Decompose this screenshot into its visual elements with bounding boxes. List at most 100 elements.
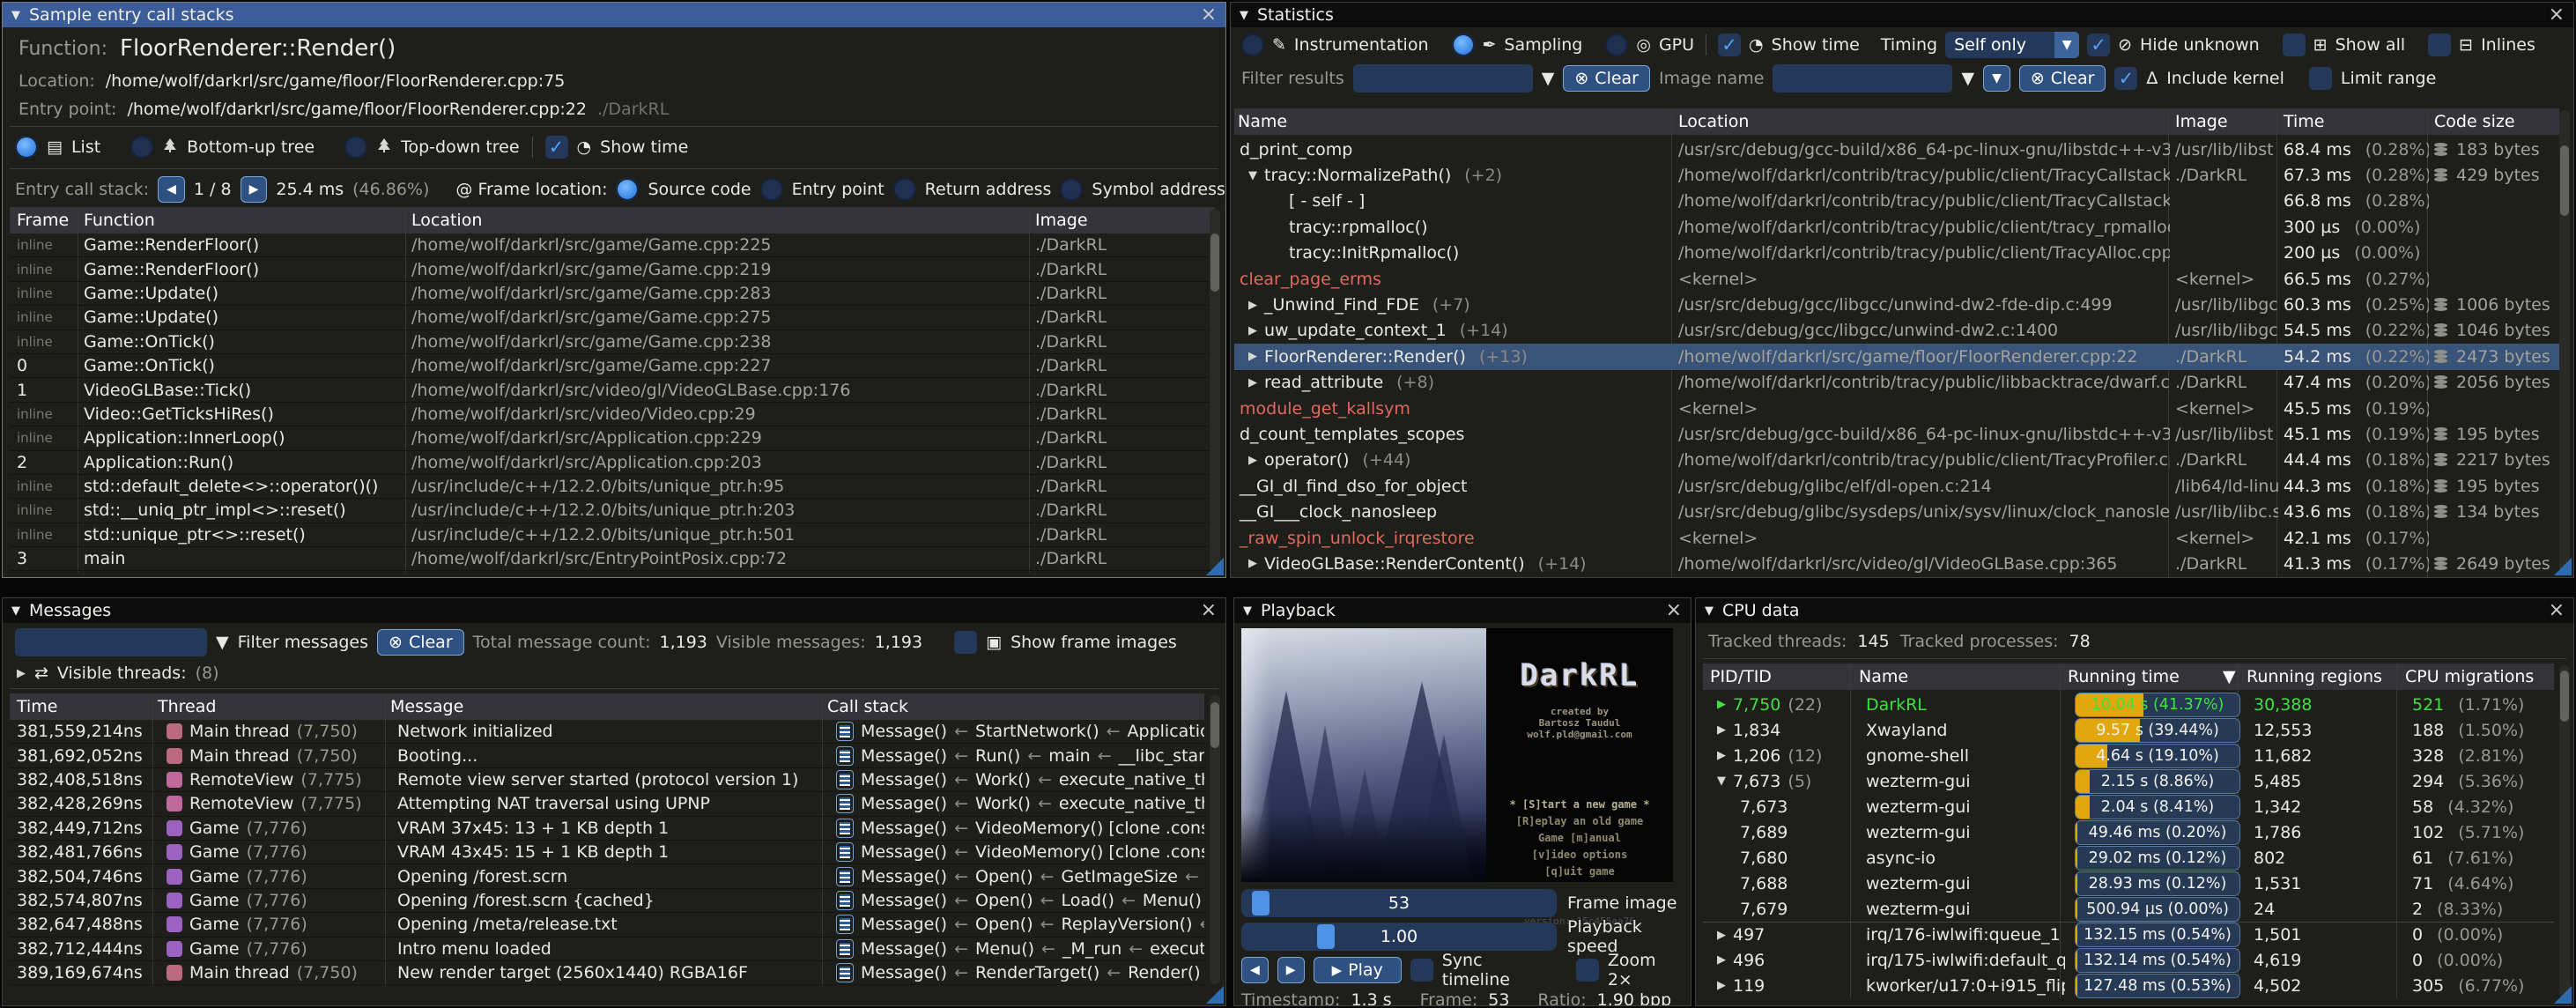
callstack-icon[interactable] — [836, 722, 854, 741]
collapse-arrow-icon[interactable]: ▼ — [1243, 604, 1252, 618]
column-header-message[interactable]: Message — [390, 693, 463, 720]
column-header-migrations[interactable]: CPU migrations — [2405, 663, 2534, 690]
sort-desc-icon[interactable]: ▼ — [2223, 663, 2236, 690]
timing-select[interactable]: Self only ▼ — [1945, 32, 2079, 58]
panel-titlebar[interactable]: ▼ Messages × — [3, 598, 1225, 623]
top-down-tree-label[interactable]: Top-down tree — [401, 137, 519, 157]
playback-speed-slider[interactable]: 1.00 — [1241, 923, 1557, 951]
include-kernel-checkbox[interactable]: ✓ — [2114, 67, 2137, 90]
table-row[interactable]: 382,712,444nsGame(7,776)Intro menu loade… — [10, 938, 1204, 961]
show-time-label[interactable]: Show time — [1772, 35, 1860, 55]
table-row[interactable]: 0Game::OnTick()/home/wolf/darkrl/src/gam… — [10, 354, 1215, 378]
table-row[interactable]: 382,408,518nsRemoteView(7,775)Remote vie… — [10, 768, 1204, 792]
table-row[interactable]: 382,428,269nsRemoteView(7,775)Attempting… — [10, 792, 1204, 816]
panel-titlebar[interactable]: ▼ Statistics × — [1231, 3, 2573, 27]
image-dropdown-button[interactable]: ▼ — [1983, 65, 2010, 92]
show-frame-images-label[interactable]: Show frame images — [1010, 633, 1177, 652]
collapse-arrow-icon[interactable]: ▼ — [1240, 9, 1248, 22]
table-row[interactable]: ▶497irq/176-iwlwifi:queue_1132.15 ms (0.… — [1703, 922, 2554, 947]
show-frame-images-checkbox[interactable]: ✓ — [954, 631, 977, 654]
callstack-icon[interactable] — [836, 891, 854, 910]
table-row[interactable]: inlineGame::RenderFloor()/home/wolf/dark… — [10, 257, 1215, 281]
table-row[interactable]: ▶operator()(+44)/home/wolf/darkrl/contri… — [1234, 448, 2559, 473]
close-icon[interactable]: × — [1201, 602, 1217, 619]
chevron-down-icon[interactable]: ▼ — [2054, 32, 2079, 58]
resize-grip[interactable] — [1206, 558, 1224, 575]
show-time-checkbox[interactable]: ✓ — [1718, 33, 1741, 56]
close-icon[interactable]: × — [1666, 602, 1682, 619]
callstack-icon[interactable] — [836, 746, 854, 766]
callstack-icon[interactable] — [836, 915, 854, 934]
next-stack-button[interactable]: ▶ — [241, 176, 268, 203]
close-icon[interactable]: × — [2549, 602, 2565, 619]
table-row[interactable]: ▶FloorRenderer::Render()(+13)/home/wolf/… — [1234, 344, 2559, 369]
sync-timeline-label[interactable]: Sync timeline — [1442, 951, 1555, 989]
entry-point-option-label[interactable]: Entry point — [792, 180, 885, 199]
table-row[interactable]: 7,688wezterm-gui28.93 ms (0.12%)1,53171(… — [1703, 871, 2554, 896]
table-row[interactable]: 381,559,214nsMain thread(7,750)Network i… — [10, 720, 1204, 744]
panel-titlebar[interactable]: ▼ Sample entry call stacks × — [3, 3, 1225, 27]
vertical-scrollbar[interactable] — [1210, 695, 1220, 984]
table-row[interactable]: d_count_templates_scopes/usr/src/debug/g… — [1234, 421, 2559, 447]
column-header-name[interactable]: Name — [1238, 108, 1287, 135]
entry-point-radio[interactable] — [760, 178, 783, 201]
include-kernel-label[interactable]: Include kernel — [2166, 69, 2284, 88]
resize-grip[interactable] — [1206, 986, 1224, 1004]
column-header-regions[interactable]: Running regions — [2247, 663, 2382, 690]
callstack-icon[interactable] — [836, 842, 854, 862]
table-row[interactable]: inlinestd::__uniq_ptr_impl<>::reset()/us… — [10, 499, 1215, 523]
column-header-callstack[interactable]: Call stack — [827, 693, 908, 720]
table-row[interactable]: ▶VideoGLBase::RenderContent()(+14)/home/… — [1234, 551, 2559, 576]
funnel-icon[interactable]: ▼ — [1542, 69, 1555, 88]
scrollbar-thumb[interactable] — [2560, 671, 2569, 722]
funnel-icon[interactable]: ▼ — [1961, 69, 1974, 88]
top-down-tree-radio[interactable] — [344, 136, 367, 159]
table-row[interactable]: 381,692,052nsMain thread(7,750)Booting..… — [10, 744, 1204, 767]
source-code-radio[interactable] — [616, 178, 639, 201]
table-row[interactable]: ▶_Unwind_Find_FDE(+7)/usr/src/debug/gcc/… — [1234, 292, 2559, 317]
table-row[interactable]: inlineGame::RenderFloor()/home/wolf/dark… — [10, 233, 1215, 257]
hide-unknown-checkbox[interactable]: ✓ — [2087, 33, 2110, 56]
column-header-name[interactable]: Name — [1859, 663, 1908, 690]
table-row[interactable]: ▶119kworker/u17:0+i915_flip127.48 ms (0.… — [1703, 973, 2554, 998]
show-time-label[interactable]: Show time — [600, 137, 688, 157]
table-row[interactable]: __GI_dl_find_dso_for_object/usr/src/debu… — [1234, 473, 2559, 499]
column-header-time[interactable]: Time — [17, 693, 58, 720]
inlines-label[interactable]: Inlines — [2481, 35, 2535, 55]
sampling-radio[interactable] — [1452, 33, 1475, 56]
symbol-address-label[interactable]: Symbol address — [1092, 180, 1225, 199]
table-row[interactable]: 382,504,746nsGame(7,776)Opening /forest.… — [10, 864, 1204, 888]
table-row[interactable]: 382,574,807nsGame(7,776)Opening /forest.… — [10, 889, 1204, 913]
collapse-arrow-icon[interactable]: ▼ — [11, 9, 20, 22]
table-row[interactable]: 382,481,766nsGame(7,776)VRAM 43x45: 15 +… — [10, 841, 1204, 864]
symbol-address-radio[interactable] — [1060, 178, 1083, 201]
table-row[interactable]: [ - self - ]/home/wolf/darkrl/contrib/tr… — [1234, 189, 2559, 214]
table-row[interactable]: ▶read_attribute(+8)/home/wolf/darkrl/con… — [1234, 370, 2559, 396]
show-all-label[interactable]: Show all — [2335, 35, 2406, 55]
show-time-checkbox[interactable]: ✓ — [545, 136, 568, 159]
table-row[interactable]: 2Application::Run()/home/wolf/darkrl/src… — [10, 451, 1215, 475]
scrollbar-thumb[interactable] — [1210, 233, 1219, 292]
scrollbar-thumb[interactable] — [1210, 702, 1219, 748]
callstack-icon[interactable] — [836, 794, 854, 813]
list-view-label[interactable]: List — [71, 137, 100, 157]
prev-stack-button[interactable]: ◀ — [158, 176, 185, 203]
column-header-image[interactable]: Image — [2175, 108, 2228, 135]
column-header-pid[interactable]: PID/TID — [1710, 663, 1772, 690]
table-row[interactable]: ▶496irq/175-iwlwifi:default_qu132.14 ms … — [1703, 947, 2554, 973]
inlines-checkbox[interactable]: ✓ — [2428, 33, 2451, 56]
bottom-up-tree-radio[interactable] — [130, 136, 153, 159]
filter-messages-label[interactable]: Filter messages — [238, 633, 368, 652]
funnel-icon[interactable]: ▼ — [216, 633, 229, 652]
resize-grip[interactable] — [2554, 986, 2572, 1004]
list-view-radio[interactable] — [15, 136, 38, 159]
gpu-radio[interactable] — [1605, 33, 1628, 56]
column-header-time[interactable]: Time — [2284, 108, 2325, 135]
limit-range-label[interactable]: Limit range — [2341, 69, 2436, 88]
message-filter-input[interactable] — [15, 628, 207, 656]
callstack-icon[interactable] — [836, 939, 854, 959]
column-header-location[interactable]: Location — [1678, 108, 1749, 135]
table-row[interactable]: 7,689wezterm-gui49.46 ms (0.20%)1,786102… — [1703, 819, 2554, 845]
vertical-scrollbar[interactable] — [2559, 110, 2570, 575]
bottom-up-tree-label[interactable]: Bottom-up tree — [187, 137, 315, 157]
